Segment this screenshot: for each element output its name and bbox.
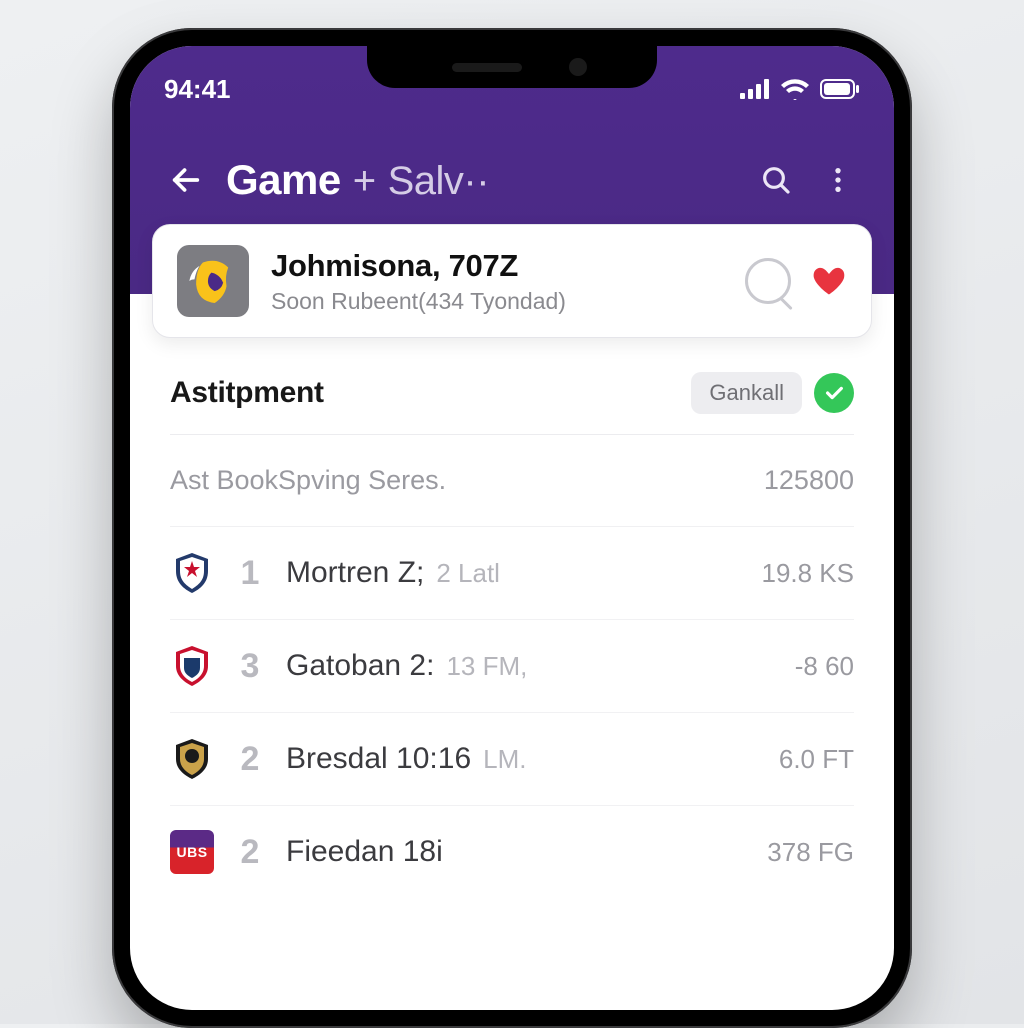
nfl-shield-icon [170, 644, 214, 688]
search-icon [760, 164, 792, 196]
badge-icon [170, 737, 214, 781]
list-item-suffix: 2 Latl [436, 558, 500, 589]
wifi-icon [780, 78, 810, 100]
favorite-button[interactable] [811, 263, 847, 299]
section-filter: Gankall [691, 372, 854, 414]
star-shield-icon [170, 551, 214, 595]
hero-card-text: Johmisona, 707Z Soon Rubeent(434 Tyondad… [271, 248, 723, 315]
list-rank: 1 [236, 554, 264, 593]
list-item-value: -8 60 [795, 651, 854, 682]
hero-card-wrap: Johmisona, 707Z Soon Rubeent(434 Tyondad… [130, 224, 894, 338]
page-title: Game + Salv·· [226, 156, 736, 204]
status-time: 94:41 [164, 74, 231, 105]
title-secondary: Salv·· [388, 159, 489, 204]
more-button[interactable] [816, 158, 860, 202]
main-section: Astitpment Gankall Ast BookSpving Seres.… [130, 338, 894, 898]
section-header: Astitpment Gankall [170, 372, 854, 435]
more-vertical-icon [824, 164, 852, 196]
filter-check[interactable] [814, 373, 854, 413]
hero-card[interactable]: Johmisona, 707Z Soon Rubeent(434 Tyondad… [152, 224, 872, 338]
status-indicators [740, 78, 860, 100]
list-item[interactable]: 3 Gatoban 2: 13 FM, -8 60 [170, 620, 854, 713]
notch [367, 46, 657, 88]
section-title: Astitpment [170, 376, 324, 410]
search-button[interactable] [754, 158, 798, 202]
title-primary: Game [226, 156, 341, 204]
subheader-value: 125800 [764, 465, 854, 496]
back-button[interactable] [164, 158, 208, 202]
card-search-button[interactable] [745, 258, 791, 304]
check-icon [823, 382, 845, 404]
list-item[interactable]: UBS 2 Fieedan 18i 378 FG [170, 806, 854, 898]
filter-chip[interactable]: Gankall [691, 372, 802, 414]
list-item[interactable]: 1 Mortren Z; 2 Latl 19.8 KS [170, 527, 854, 620]
list-item[interactable]: 2 Bresdal 10:16 LM. 6.0 FT [170, 713, 854, 806]
list-item-name: Gatoban 2: [286, 649, 434, 683]
list-item-name: Mortren Z; [286, 556, 424, 590]
screen: 94:41 Game + Salv·· [130, 46, 894, 1010]
list-item-value: 19.8 KS [761, 558, 854, 589]
battery-icon [820, 79, 860, 99]
list-rank: 2 [236, 833, 264, 872]
hero-card-title: Johmisona, 707Z [271, 248, 723, 284]
arrow-left-icon [169, 163, 203, 197]
nav-bar: Game + Salv·· [164, 156, 860, 204]
list-rank: 2 [236, 740, 264, 779]
list-item-suffix: 13 FM, [446, 651, 527, 682]
list-item-suffix: LM. [483, 744, 526, 775]
vikings-icon [186, 254, 240, 308]
hero-card-actions [745, 258, 847, 304]
hero-card-subtitle: Soon Rubeent(434 Tyondad) [271, 288, 723, 315]
list-item-name: Fieedan 18i [286, 835, 443, 869]
ubs-icon: UBS [170, 830, 214, 874]
subheader-label: Ast BookSpving Seres. [170, 465, 446, 496]
section-subheader: Ast BookSpving Seres. 125800 [170, 435, 854, 527]
list-item-name: Bresdal 10:16 [286, 742, 471, 776]
list-item-value: 378 FG [767, 837, 854, 868]
phone-frame: 94:41 Game + Salv·· [112, 28, 912, 1028]
team-avatar [177, 245, 249, 317]
list-item-value: 6.0 FT [779, 744, 854, 775]
title-connector: + [353, 159, 376, 204]
cellular-icon [740, 79, 770, 99]
list-rank: 3 [236, 647, 264, 686]
